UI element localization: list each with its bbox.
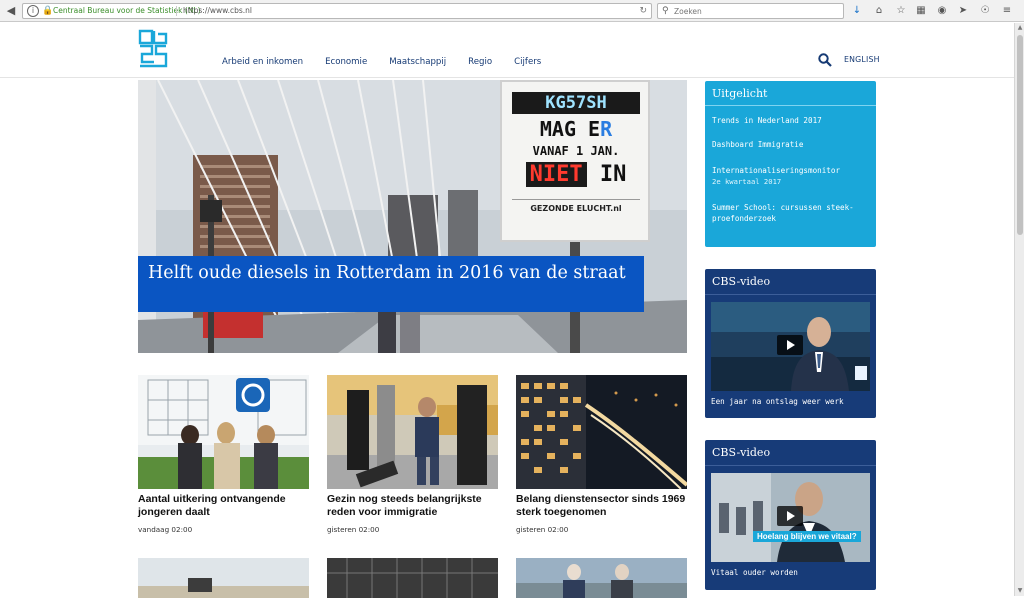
low-emission-sign: KG57SH MAG ER VANAF 1 JAN. NIET IN GEZON… xyxy=(500,80,650,242)
site-header: Arbeid en inkomen Economie Maatschappij … xyxy=(0,23,1014,78)
browser-search[interactable]: ⚲ xyxy=(657,3,844,19)
play-icon[interactable] xyxy=(777,335,803,355)
language-link[interactable]: ENGLISH xyxy=(844,55,880,64)
news-date: vandaag 02:00 xyxy=(138,525,193,534)
sign-line-2: MAG ER xyxy=(539,117,613,141)
back-icon[interactable]: ◀ xyxy=(3,3,19,19)
video-thumbnail[interactable]: Hoelang blijven we vitaal? xyxy=(711,473,870,562)
url-text[interactable]: https://www.cbs.nl xyxy=(183,4,252,18)
video-heading: CBS-video xyxy=(705,440,876,466)
news-image-uwv[interactable] xyxy=(138,375,309,489)
play-icon[interactable] xyxy=(777,506,803,526)
lock-icon: 🔒 xyxy=(42,6,54,16)
video-panel[interactable]: CBS-video Een jaar na ontslag weer werk xyxy=(705,269,876,418)
cbs-logo[interactable] xyxy=(138,28,168,72)
news-card-image[interactable] xyxy=(327,558,498,598)
uitgelicht-panel: Uitgelicht Trends in Nederland 2017 Dash… xyxy=(705,81,876,247)
video-heading: CBS-video xyxy=(705,269,876,295)
video-caption[interactable]: Vitaal ouder worden xyxy=(711,568,798,577)
nav-regio[interactable]: Regio xyxy=(468,57,492,67)
news-title[interactable]: Gezin nog steeds belangrijkste reden voo… xyxy=(327,493,498,519)
vertical-scrollbar[interactable]: ▲ ▼ xyxy=(1014,23,1024,596)
video-thumbnail[interactable] xyxy=(711,302,870,391)
hero-caption[interactable]: Helft oude diesels in Rotterdam in 2016 … xyxy=(138,256,644,312)
sign-line-3: VANAF 1 JAN. xyxy=(532,144,620,158)
video-panel[interactable]: CBS-video Hoelang blijven we vitaal? Vit… xyxy=(705,440,876,590)
reload-icon[interactable]: ↻ xyxy=(639,4,647,18)
download-icon[interactable]: ↓ xyxy=(850,3,864,19)
scroll-up-icon[interactable]: ▲ xyxy=(1016,24,1024,32)
divider xyxy=(176,6,177,16)
star-icon[interactable]: ☆ xyxy=(894,3,908,19)
sign-line-4: NIET IN xyxy=(512,162,640,188)
site-identity: Centraal Bureau voor de Statistiek (NL) xyxy=(53,6,201,15)
nav-economie[interactable]: Economie xyxy=(325,57,367,67)
video-caption[interactable]: Een jaar na ontslag weer werk xyxy=(711,397,844,406)
uitgelicht-sub: 2e kwartaal 2017 xyxy=(712,177,782,186)
news-date: gisteren 02:00 xyxy=(516,525,569,534)
news-card-image[interactable] xyxy=(138,558,309,598)
nav-arbeid-en-inkomen[interactable]: Arbeid en inkomen xyxy=(222,57,303,67)
sign-footer: GEZONDE ELUCHT.nl xyxy=(512,199,640,213)
hero-banner[interactable]: KG57SH MAG ER VANAF 1 JAN. NIET IN GEZON… xyxy=(138,80,687,353)
scroll-down-icon[interactable]: ▼ xyxy=(1016,587,1024,595)
news-title[interactable]: Aantal uitkering ontvangende jongeren da… xyxy=(138,493,309,519)
news-card-image[interactable] xyxy=(516,558,687,598)
main-navigation: Arbeid en inkomen Economie Maatschappij … xyxy=(222,57,563,67)
hero-headline[interactable]: Helft oude diesels in Rotterdam in 2016 … xyxy=(148,262,634,284)
search-icon: ⚲ xyxy=(662,6,669,16)
news-image-immigratie[interactable] xyxy=(327,375,498,489)
address-bar[interactable]: i 🔒 Centraal Bureau voor de Statistiek (… xyxy=(22,3,652,19)
uitgelicht-link-internationalisering[interactable]: Internationaliseringsmonitor xyxy=(712,165,872,176)
browser-search-input[interactable] xyxy=(674,5,839,17)
browser-toolbar: ◀ i 🔒 Centraal Bureau voor de Statistiek… xyxy=(0,0,1024,22)
pocket-icon[interactable]: ◉ xyxy=(935,3,949,19)
home-icon[interactable]: ⌂ xyxy=(872,3,886,19)
news-image-dienstensector[interactable] xyxy=(516,375,687,489)
clipboard-icon[interactable]: ▦ xyxy=(914,3,928,19)
uitgelicht-link-trends[interactable]: Trends in Nederland 2017 xyxy=(712,115,872,126)
menu-icon[interactable]: ≡ xyxy=(1000,3,1014,19)
nav-cijfers[interactable]: Cijfers xyxy=(514,57,541,67)
search-icon[interactable] xyxy=(818,53,832,67)
nav-maatschappij[interactable]: Maatschappij xyxy=(389,57,446,67)
info-icon[interactable]: i xyxy=(27,5,39,17)
sign-plate: KG57SH xyxy=(512,92,640,114)
scroll-thumb[interactable] xyxy=(1017,35,1023,235)
uitgelicht-link-dashboard[interactable]: Dashboard Immigratie xyxy=(712,139,872,150)
news-date: gisteren 02:00 xyxy=(327,525,380,534)
video-overlay-text: Hoelang blijven we vitaal? xyxy=(753,531,861,542)
send-icon[interactable]: ➤ xyxy=(956,3,970,19)
uitgelicht-heading: Uitgelicht xyxy=(705,81,876,106)
uitgelicht-link-summer-school[interactable]: Summer School: cursussen steek-proefonde… xyxy=(712,202,872,224)
news-title[interactable]: Belang dienstensector sinds 1969 sterk t… xyxy=(516,493,687,519)
globe-icon[interactable]: ☉ xyxy=(978,3,992,19)
